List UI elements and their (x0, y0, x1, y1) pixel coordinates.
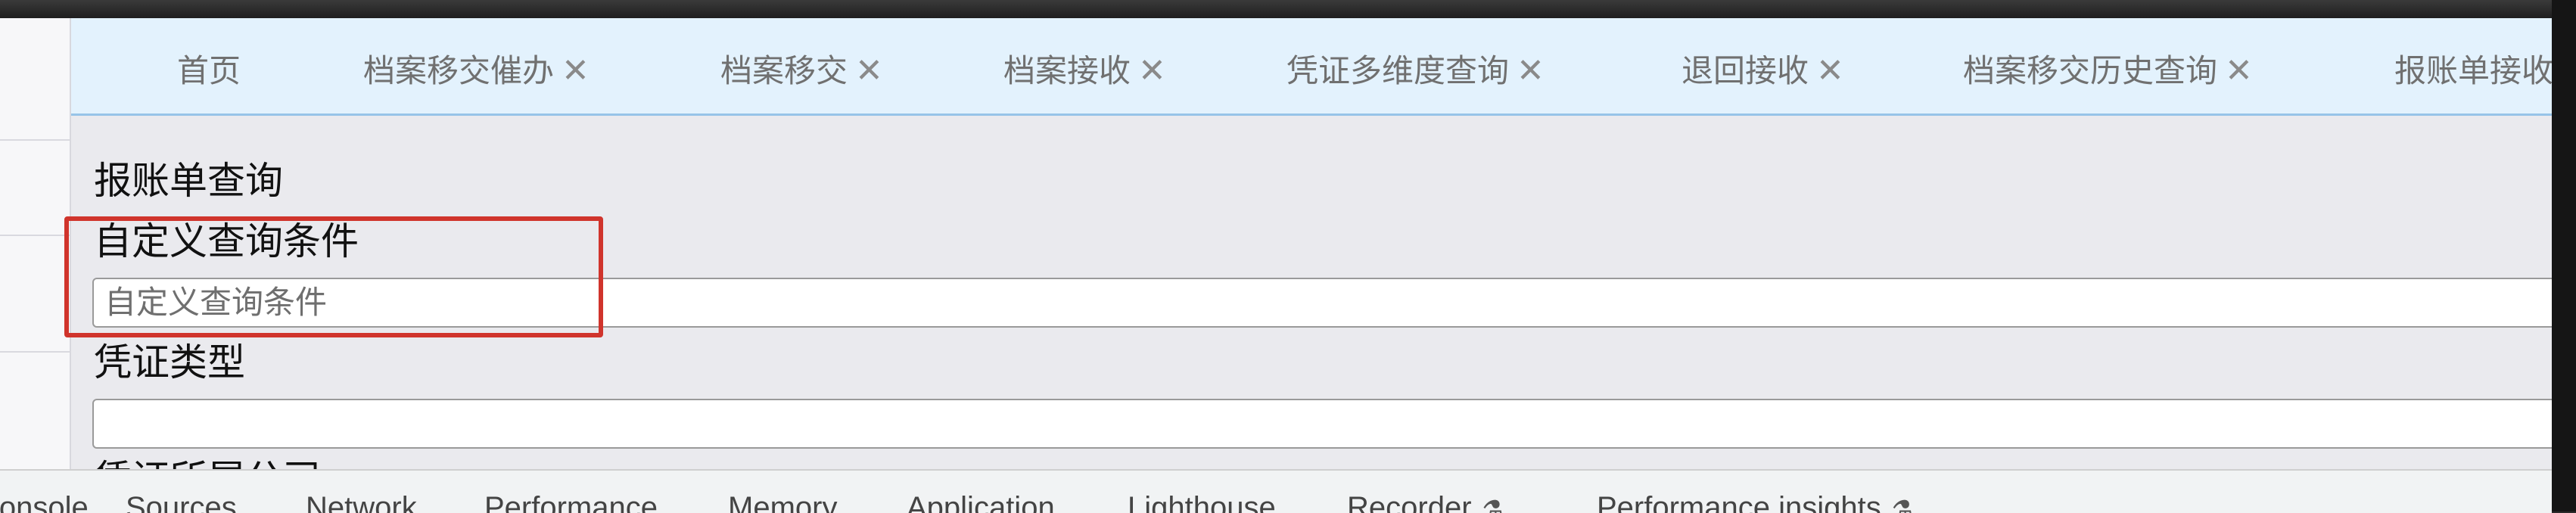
tab-label: 档案移交历史查询 (1963, 53, 2218, 89)
devtools-tab-sources[interactable]: Sources (126, 489, 237, 513)
app-window: 首页 档案移交催办 ✕ 档案移交 ✕ 档案接收 ✕ 凭证多维度查询 ✕ 退回接收… (0, 18, 2552, 469)
devtools-tab-lighthouse[interactable]: Lighthouse (1128, 489, 1276, 513)
devtools-tab-label: Performance insights (1597, 491, 1881, 513)
tab-label: 档案移交催办 (363, 53, 555, 89)
devtools-tab-network[interactable]: Network (306, 489, 417, 513)
sidebar-divider (0, 139, 70, 141)
close-icon[interactable]: ✕ (1138, 50, 1166, 92)
tab-bar: 首页 档案移交催办 ✕ 档案移交 ✕ 档案接收 ✕ 凭证多维度查询 ✕ 退回接收… (71, 18, 2552, 116)
close-icon[interactable]: ✕ (1517, 50, 1545, 92)
sidebar-divider (0, 235, 70, 236)
tab-archive-transfer[interactable]: 档案移交 ✕ (720, 50, 883, 92)
close-icon[interactable]: ✕ (1816, 50, 1844, 92)
window-right-edge (2552, 0, 2576, 511)
voucher-type-label: 凭证类型 (94, 341, 245, 384)
custom-query-input[interactable] (92, 278, 2552, 328)
devtools-tab-memory[interactable]: Memory (728, 489, 837, 513)
beaker-icon: ⚗ (1891, 496, 1914, 513)
tab-archive-transfer-reminder[interactable]: 档案移交催办 ✕ (363, 50, 590, 92)
devtools-tab-performance-insights[interactable]: Performance insights ⚗ (1597, 489, 1913, 513)
tab-return-receive[interactable]: 退回接收 ✕ (1682, 50, 1844, 92)
custom-query-label: 自定义查询条件 (94, 220, 359, 263)
close-icon[interactable]: ✕ (855, 50, 883, 92)
voucher-company-label: 凭证所属公司 (94, 456, 321, 469)
tab-archive-receive[interactable]: 档案接收 ✕ (1003, 50, 1166, 92)
tab-voucher-multi-query[interactable]: 凭证多维度查询 ✕ (1286, 50, 1545, 92)
close-icon[interactable]: ✕ (2225, 50, 2253, 92)
tab-label: 报账单接收 (2394, 53, 2552, 89)
voucher-type-input[interactable] (92, 399, 2552, 449)
left-sidebar (0, 18, 71, 469)
tab-label: 首页 (177, 53, 241, 89)
close-icon[interactable]: ✕ (562, 50, 590, 92)
tab-expense-receive[interactable]: 报账单接收 (2394, 50, 2552, 92)
tab-label: 档案移交 (720, 53, 848, 89)
page-title: 报账单查询 (94, 160, 283, 202)
devtools-tab-console[interactable]: Console (0, 489, 89, 513)
tab-archive-transfer-history[interactable]: 档案移交历史查询 ✕ (1963, 50, 2253, 92)
devtools-tab-bar: Console Sources Network Performance Memo… (0, 469, 2552, 513)
sidebar-divider (0, 351, 70, 353)
tab-home[interactable]: 首页 (177, 50, 241, 92)
window-top-frame (0, 0, 2576, 18)
devtools-tab-label: Recorder (1347, 491, 1472, 513)
tab-label: 凭证多维度查询 (1286, 53, 1510, 89)
query-form: 报账单查询 自定义查询条件 凭证类型 凭证所属公司 (71, 116, 2552, 469)
tab-label: 退回接收 (1682, 53, 1809, 89)
tab-label: 档案接收 (1003, 53, 1131, 89)
beaker-icon: ⚗ (1482, 496, 1504, 513)
devtools-tab-performance[interactable]: Performance (484, 489, 658, 513)
devtools-tab-application[interactable]: Application (907, 489, 1055, 513)
devtools-tab-recorder[interactable]: Recorder ⚗ (1347, 489, 1504, 513)
